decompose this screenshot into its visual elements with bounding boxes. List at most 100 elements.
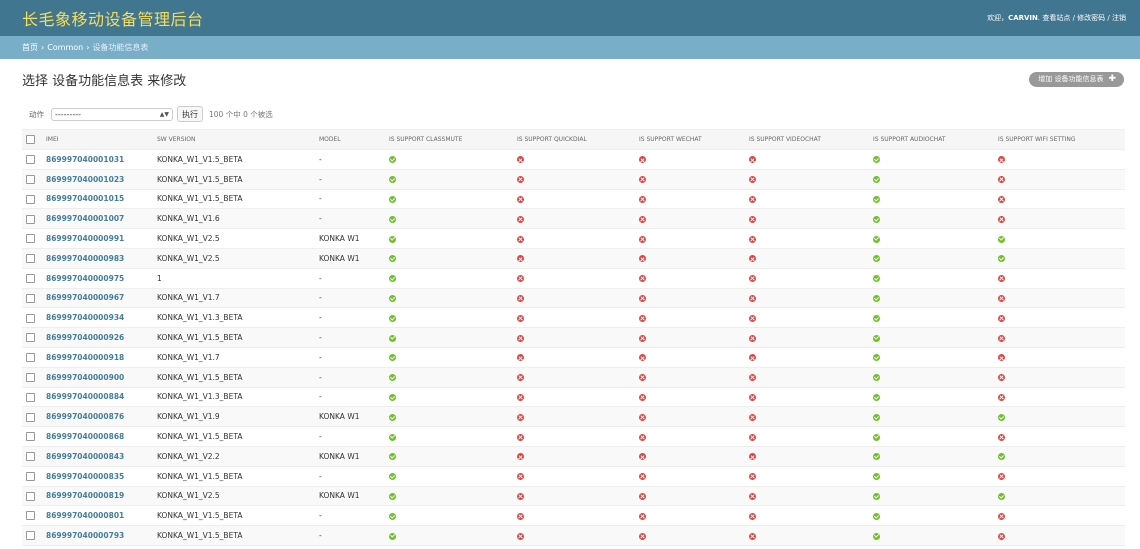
row-checkbox[interactable] xyxy=(26,392,35,402)
cross-circle-icon xyxy=(517,473,524,481)
wifi-setting-cell xyxy=(994,387,1125,408)
imei-cell: 869997040000926 xyxy=(42,327,153,348)
row-checkbox[interactable] xyxy=(26,412,35,422)
imei-link[interactable]: 869997040000868 xyxy=(46,432,124,441)
classmute-cell xyxy=(385,525,513,546)
cross-circle-icon xyxy=(639,255,646,263)
wechat-cell xyxy=(635,347,745,368)
action-select[interactable]: --------- ▲▼ xyxy=(51,107,173,121)
cross-circle-icon xyxy=(517,492,524,500)
row-checkbox[interactable] xyxy=(26,293,35,303)
wifi-setting-cell xyxy=(994,169,1125,190)
cross-circle-icon xyxy=(749,255,756,263)
cross-circle-icon xyxy=(998,314,1005,322)
imei-link[interactable]: 869997040000835 xyxy=(46,472,124,481)
row-checkbox[interactable] xyxy=(26,194,35,204)
view-site-link[interactable]: 查看站点 xyxy=(1042,14,1070,22)
model-cell: - xyxy=(315,387,385,408)
row-checkbox[interactable] xyxy=(26,174,35,184)
row-checkbox[interactable] xyxy=(26,452,35,462)
row-checkbox[interactable] xyxy=(26,155,35,165)
imei-link[interactable]: 869997040001015 xyxy=(46,194,124,203)
imei-link[interactable]: 869997040000983 xyxy=(46,254,124,263)
imei-link[interactable]: 869997040000876 xyxy=(46,412,124,421)
classmute-cell xyxy=(385,466,513,487)
table-row: 869997040000918 KONKA_W1_V1.7- xyxy=(22,347,1125,368)
imei-link[interactable]: 869997040000884 xyxy=(46,392,124,401)
imei-link[interactable]: 869997040000801 xyxy=(46,511,124,520)
imei-link[interactable]: 869997040000900 xyxy=(46,373,124,382)
cross-circle-icon xyxy=(749,453,756,461)
row-checkbox[interactable] xyxy=(26,313,35,323)
classmute-cell xyxy=(385,288,513,309)
wifi-setting-cell xyxy=(994,268,1125,289)
classmute-cell xyxy=(385,189,513,210)
breadcrumb-home[interactable]: 首页 xyxy=(22,42,38,53)
cross-circle-icon xyxy=(998,176,1005,184)
row-checkbox[interactable] xyxy=(26,471,35,481)
sw-version-cell: KONKA_W1_V2.5 xyxy=(153,248,315,269)
cross-circle-icon xyxy=(998,512,1005,520)
check-circle-icon xyxy=(389,393,396,401)
row-checkbox[interactable] xyxy=(26,432,35,442)
model-cell: - xyxy=(315,268,385,289)
column-header-wechat[interactable]: IS SUPPORT WECHAT xyxy=(635,129,745,150)
row-checkbox[interactable] xyxy=(26,353,35,363)
select-all-checkbox[interactable] xyxy=(26,135,35,144)
sw-version-cell: KONKA_W1_V1.5_BETA xyxy=(153,149,315,170)
row-checkbox[interactable] xyxy=(26,234,35,244)
table-row: 869997040000876 KONKA_W1_V1.9 KONKA W1 xyxy=(22,406,1125,428)
go-button[interactable]: 执行 xyxy=(177,106,203,122)
column-header-model[interactable]: MODEL xyxy=(315,129,385,150)
column-header-audiochat[interactable]: IS SUPPORT AUDIOCHAT xyxy=(869,129,994,150)
wifi-setting-cell xyxy=(994,466,1125,487)
row-checkbox[interactable] xyxy=(26,491,35,501)
imei-link[interactable]: 869997040001031 xyxy=(46,155,124,164)
row-checkbox[interactable] xyxy=(26,273,35,283)
cross-circle-icon xyxy=(639,473,646,481)
wifi-setting-cell xyxy=(994,446,1125,467)
column-header-videochat[interactable]: IS SUPPORT VIDEOCHAT xyxy=(745,129,869,150)
add-record-button[interactable]: 增加 设备功能信息表 ✚ xyxy=(1029,71,1124,87)
cross-circle-icon xyxy=(639,334,646,342)
imei-link[interactable]: 869997040000918 xyxy=(46,353,124,362)
column-header-imei[interactable]: IMEI xyxy=(42,129,153,150)
imei-link[interactable]: 869997040000819 xyxy=(46,491,124,500)
table-row: 869997040000991 KONKA_W1_V2.5 KONKA W1 xyxy=(22,228,1125,249)
row-checkbox[interactable] xyxy=(26,254,35,264)
column-header-sw-version[interactable]: SW VERSION xyxy=(153,129,315,150)
quickdial-cell xyxy=(513,169,635,190)
cross-circle-icon xyxy=(517,433,524,441)
check-circle-icon xyxy=(998,413,1005,421)
cross-circle-icon xyxy=(998,473,1005,481)
sw-version-cell: KONKA_W1_V1.5_BETA xyxy=(153,505,315,527)
imei-link[interactable]: 869997040000793 xyxy=(46,531,124,540)
check-circle-icon xyxy=(873,393,880,401)
row-select-cell xyxy=(22,268,42,289)
imei-link[interactable]: 869997040001007 xyxy=(46,214,124,223)
imei-link[interactable]: 869997040000843 xyxy=(46,452,124,461)
imei-link[interactable]: 869997040000926 xyxy=(46,333,124,342)
change-password-link[interactable]: 修改密码 xyxy=(1077,14,1105,22)
imei-link[interactable]: 869997040001023 xyxy=(46,175,124,184)
cross-circle-icon xyxy=(639,374,646,382)
row-checkbox[interactable] xyxy=(26,214,35,224)
audiochat-cell xyxy=(869,505,994,527)
imei-link[interactable]: 869997040000934 xyxy=(46,313,124,322)
row-checkbox[interactable] xyxy=(26,372,35,382)
wechat-cell xyxy=(635,486,745,507)
row-checkbox[interactable] xyxy=(26,511,35,521)
row-checkbox[interactable] xyxy=(26,333,35,343)
column-header-quickdial[interactable]: IS SUPPORT QUICKDIAL xyxy=(513,129,635,150)
breadcrumb-app[interactable]: Common xyxy=(47,43,83,52)
imei-link[interactable]: 869997040000991 xyxy=(46,234,124,243)
imei-link[interactable]: 869997040000967 xyxy=(46,293,124,302)
column-header-classmute[interactable]: IS SUPPORT CLASSMUTE xyxy=(385,129,513,150)
column-header-wifi-setting[interactable]: IS SUPPORT WIFI SETTING xyxy=(994,129,1125,150)
cross-circle-icon xyxy=(639,354,646,362)
row-checkbox[interactable] xyxy=(26,531,35,541)
videochat-cell xyxy=(745,208,869,230)
sw-version-cell: KONKA_W1_V2.5 xyxy=(153,228,315,249)
logout-link[interactable]: 注销 xyxy=(1112,14,1126,22)
imei-link[interactable]: 869997040000975 xyxy=(46,274,124,283)
